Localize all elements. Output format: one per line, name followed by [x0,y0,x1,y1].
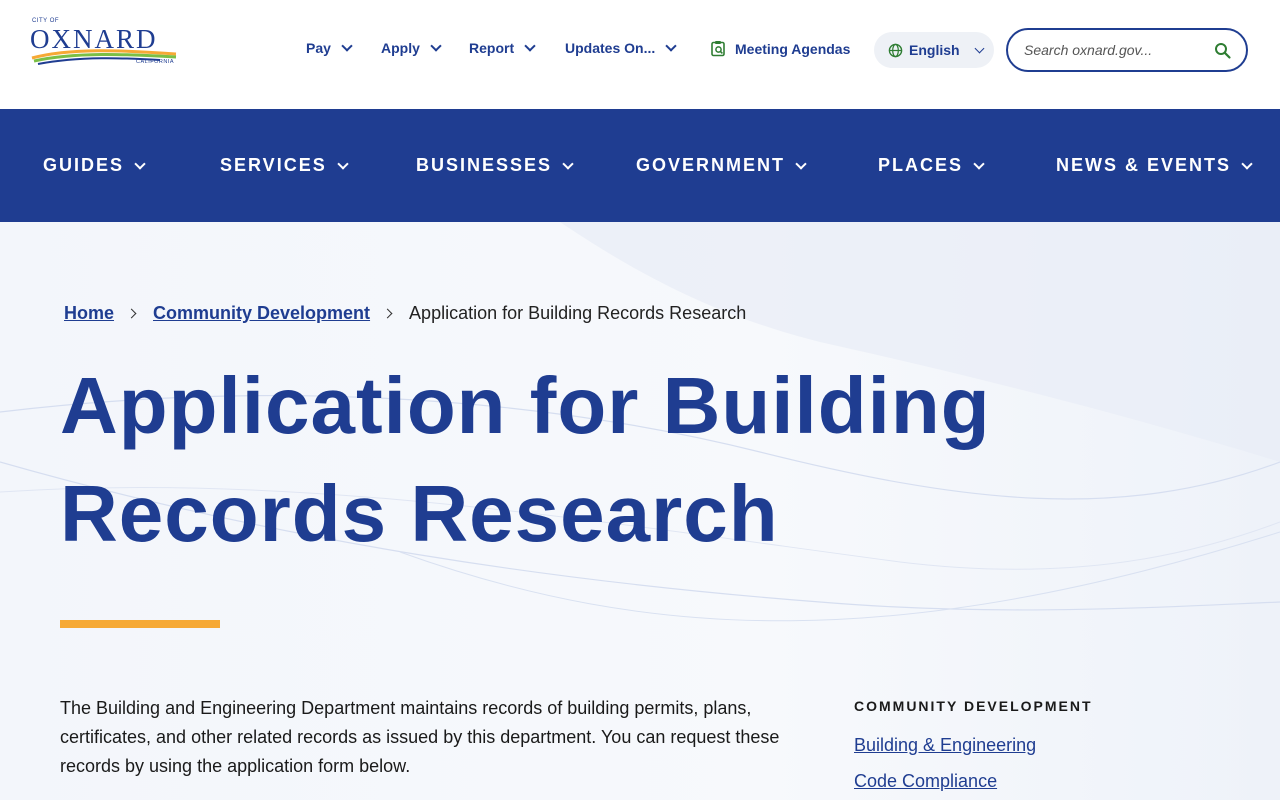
page-title: Application for Building Records Researc… [60,361,991,558]
main-nav: GUIDES SERVICES BUSINESSES GOVERNMENT PL… [0,109,1280,222]
breadcrumb: Home Community Development Application f… [64,303,746,324]
globe-icon [888,43,903,57]
main-nav-places[interactable]: PLACES [878,155,985,176]
util-nav-label: Report [469,40,515,56]
language-label: English [909,42,960,58]
util-nav-label: Updates On... [565,40,656,56]
main-nav-label: NEWS & EVENTS [1056,155,1232,175]
main-nav-label: GOVERNMENT [636,155,786,175]
chevron-down-icon [134,157,146,170]
chevron-down-icon [795,157,807,170]
main-nav-label: SERVICES [220,155,327,175]
main-nav-guides[interactable]: GUIDES [43,155,146,176]
main-nav-government[interactable]: GOVERNMENT [636,155,807,176]
search-icon[interactable] [1214,42,1232,60]
chevron-down-icon [974,43,985,53]
util-nav-pay[interactable]: Pay [306,40,353,56]
chevron-down-icon [337,157,349,170]
main-nav-services[interactable]: SERVICES [220,155,349,176]
util-nav-label: Meeting Agendas [735,40,851,57]
breadcrumb-parent-link[interactable]: Community Development [153,303,370,324]
util-nav-label: Apply [381,40,420,56]
breadcrumb-current: Application for Building Records Researc… [409,303,747,323]
top-header: CITY OF OXNARD CALIFORNIA Pay Apply Repo… [0,0,1280,109]
util-nav-report[interactable]: Report [469,40,536,56]
logo-state: CALIFORNIA [136,59,175,65]
sidebar-link-building-engineering[interactable]: Building & Engineering [854,735,1036,756]
main-nav-label: BUSINESSES [416,155,553,175]
main-nav-news-events[interactable]: NEWS & EVENTS [1056,155,1253,176]
title-accent-rule [60,620,220,628]
chevron-down-icon [973,157,985,170]
util-nav-updates[interactable]: Updates On... [565,40,677,56]
breadcrumb-home-link[interactable]: Home [64,303,114,324]
chevron-right-icon [382,308,393,319]
chevron-down-icon [665,40,677,52]
main-nav-label: GUIDES [43,155,125,175]
util-nav-apply[interactable]: Apply [381,40,442,56]
chevron-down-icon [524,40,536,52]
oxnard-logo[interactable]: CITY OF OXNARD CALIFORNIA [30,18,180,70]
main-nav-label: PLACES [878,155,964,175]
chevron-down-icon [430,40,442,52]
util-nav-label: Pay [306,40,331,56]
chevron-down-icon [1241,157,1253,170]
util-nav-meeting-agendas[interactable]: Meeting Agendas [710,40,850,57]
language-selector[interactable]: English [874,32,994,68]
chevron-down-icon [562,157,574,170]
chevron-down-icon [341,40,353,52]
sidebar-heading: COMMUNITY DEVELOPMENT [854,698,1093,714]
search-input[interactable] [1024,42,1204,58]
clipboard-search-icon [711,41,725,57]
sidebar-link-code-compliance[interactable]: Code Compliance [854,771,997,792]
main-nav-businesses[interactable]: BUSINESSES [416,155,574,176]
chevron-right-icon [126,308,137,319]
site-search [1006,28,1248,72]
intro-paragraph: The Building and Engineering Department … [60,698,780,776]
